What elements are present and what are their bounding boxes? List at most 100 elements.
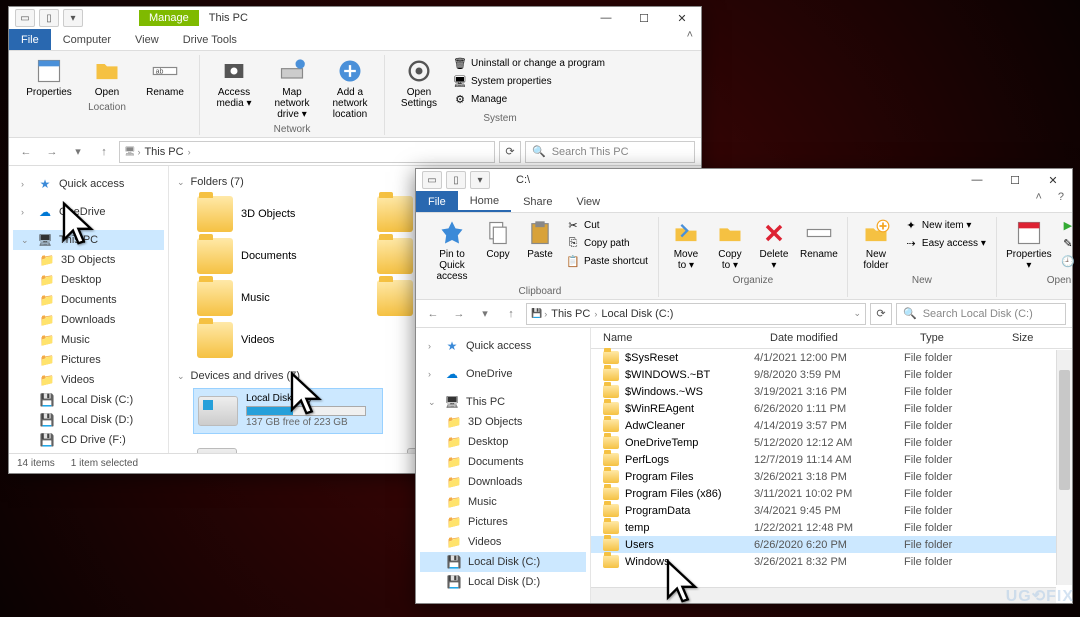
nav-item[interactable]: 📁Downloads xyxy=(420,472,586,492)
copy-to-button[interactable]: Copy to ▾ xyxy=(709,217,751,273)
open-settings-button[interactable]: Open Settings xyxy=(391,55,447,111)
folder-tile[interactable]: 3D Objects xyxy=(193,194,353,234)
manage-button[interactable]: ⚙Manage xyxy=(449,91,609,107)
refresh-button[interactable]: ⟳ xyxy=(499,141,521,163)
qat-icon[interactable]: ▭ xyxy=(15,9,35,27)
drive-tile[interactable]: DVD RW Drive xyxy=(193,444,383,453)
tab-file[interactable]: File xyxy=(9,29,51,50)
paste-shortcut-button[interactable]: 📋Paste shortcut xyxy=(562,253,652,269)
table-row[interactable]: ProgramData3/4/2021 9:45 PMFile folder xyxy=(591,502,1056,519)
column-size[interactable]: Size xyxy=(1012,332,1072,344)
nav-quick-access[interactable]: ›★Quick access xyxy=(13,174,164,194)
tab-home[interactable]: Home xyxy=(458,191,511,212)
nav-forward[interactable]: → xyxy=(448,303,470,325)
minimize-button[interactable]: — xyxy=(958,169,996,191)
nav-history-dropdown[interactable]: ▾ xyxy=(474,303,496,325)
folder-tile[interactable]: Music xyxy=(193,278,353,318)
pin-button[interactable]: Pin to Quick access xyxy=(428,217,476,284)
tab-computer[interactable]: Computer xyxy=(51,29,123,50)
tab-share[interactable]: Share xyxy=(511,191,564,212)
qat-overflow[interactable]: ▾ xyxy=(470,171,490,189)
column-headers[interactable]: Name Date modified Type Size xyxy=(591,328,1072,349)
table-row[interactable]: Users6/26/2020 6:20 PMFile folder xyxy=(591,536,1056,553)
rename-button[interactable]: Rename xyxy=(797,217,841,262)
chevron-down-icon[interactable]: ⌄ xyxy=(853,308,861,319)
access-media-button[interactable]: Access media ▾ xyxy=(206,55,262,111)
help-button[interactable]: ? xyxy=(1050,191,1072,212)
nav-item[interactable]: 📁Videos xyxy=(13,370,164,390)
table-row[interactable]: PerfLogs12/7/2019 11:14 AMFile folder xyxy=(591,451,1056,468)
column-type[interactable]: Type xyxy=(920,332,1012,344)
nav-item[interactable]: 📁Downloads xyxy=(13,310,164,330)
nav-quick-access[interactable]: ›★Quick access xyxy=(420,336,586,356)
nav-up[interactable]: ↑ xyxy=(93,141,115,163)
close-button[interactable]: ✕ xyxy=(663,7,701,29)
easy-access-button[interactable]: ⇢Easy access ▾ xyxy=(900,235,990,251)
nav-onedrive[interactable]: ›☁OneDrive xyxy=(13,202,164,222)
nav-history-dropdown[interactable]: ▾ xyxy=(67,141,89,163)
qat-overflow[interactable]: ▾ xyxy=(63,9,83,27)
tab-view[interactable]: View xyxy=(564,191,612,212)
nav-onedrive[interactable]: ›☁OneDrive xyxy=(420,364,586,384)
properties-button[interactable]: Properties ▾ xyxy=(1003,217,1055,273)
nav-item[interactable]: 💾Local Disk (D:) xyxy=(420,572,586,592)
history-button[interactable]: 🕘History xyxy=(1057,253,1080,269)
folder-tile[interactable]: Videos xyxy=(193,320,353,360)
tab-view[interactable]: View xyxy=(123,29,171,50)
nav-item[interactable]: 💾Local Disk (D:) xyxy=(13,410,164,430)
breadcrumb[interactable]: 💾 › This PC › Local Disk (C:) ⌄ xyxy=(526,303,866,325)
open-button[interactable]: Open xyxy=(79,55,135,100)
horizontal-scrollbar[interactable] xyxy=(591,587,1056,603)
vertical-scrollbar[interactable] xyxy=(1056,350,1072,585)
new-item-button[interactable]: ✦New item ▾ xyxy=(900,217,990,233)
nav-item[interactable]: 📁Documents xyxy=(420,452,586,472)
nav-item[interactable]: 📁Videos xyxy=(420,532,586,552)
new-folder-button[interactable]: New folder xyxy=(854,217,898,273)
nav-item[interactable]: 💾Local Disk (C:) xyxy=(420,552,586,572)
copy-button[interactable]: Copy xyxy=(478,217,518,262)
uninstall-button[interactable]: 🗑Uninstall or change a program xyxy=(449,55,609,71)
nav-item[interactable]: 📁Music xyxy=(420,492,586,512)
open-button[interactable]: ▶Open ▾ xyxy=(1057,217,1080,233)
table-row[interactable]: Program Files (x86)3/11/2021 10:02 PMFil… xyxy=(591,485,1056,502)
paste-button[interactable]: Paste xyxy=(520,217,560,262)
scrollbar-thumb[interactable] xyxy=(1059,370,1070,490)
edit-button[interactable]: ✎Edit xyxy=(1057,235,1080,251)
nav-item[interactable]: 📁Pictures xyxy=(13,350,164,370)
table-row[interactable]: AdwCleaner4/14/2019 3:57 PMFile folder xyxy=(591,417,1056,434)
nav-item[interactable]: 📁Documents xyxy=(13,290,164,310)
ribbon-collapse[interactable]: ˄ xyxy=(679,29,701,50)
maximize-button[interactable]: ☐ xyxy=(996,169,1034,191)
delete-button[interactable]: Delete ▾ xyxy=(753,217,795,273)
nav-forward[interactable]: → xyxy=(41,141,63,163)
folder-tile[interactable]: Documents xyxy=(193,236,353,276)
rename-button[interactable]: abRename xyxy=(137,55,193,100)
nav-this-pc[interactable]: ⌄🖥This PC xyxy=(420,392,586,412)
table-row[interactable]: $WinREAgent6/26/2020 1:11 PMFile folder xyxy=(591,400,1056,417)
nav-back[interactable]: ← xyxy=(422,303,444,325)
search-input[interactable]: 🔍 Search This PC xyxy=(525,141,695,163)
system-properties-button[interactable]: 🖥System properties xyxy=(449,73,609,89)
properties-button[interactable]: Properties xyxy=(21,55,77,100)
nav-this-pc[interactable]: ⌄🖥This PC xyxy=(13,230,164,250)
ribbon-collapse[interactable]: ˄ xyxy=(1027,191,1049,212)
map-drive-button[interactable]: Map network drive ▾ xyxy=(264,55,320,122)
column-name[interactable]: Name xyxy=(591,332,770,344)
table-row[interactable]: temp1/22/2021 12:48 PMFile folder xyxy=(591,519,1056,536)
close-button[interactable]: ✕ xyxy=(1034,169,1072,191)
nav-back[interactable]: ← xyxy=(15,141,37,163)
nav-up[interactable]: ↑ xyxy=(500,303,522,325)
minimize-button[interactable]: — xyxy=(587,7,625,29)
nav-item[interactable]: 📁Desktop xyxy=(420,432,586,452)
search-input[interactable]: 🔍 Search Local Disk (C:) xyxy=(896,303,1066,325)
nav-item[interactable]: 📁3D Objects xyxy=(13,250,164,270)
contextual-tab-manage[interactable]: Manage xyxy=(139,10,199,26)
table-row[interactable]: OneDriveTemp5/12/2020 12:12 AMFile folde… xyxy=(591,434,1056,451)
nav-item[interactable]: 💾Local Disk (C:) xyxy=(13,390,164,410)
table-row[interactable]: $Windows.~WS3/19/2021 3:16 PMFile folder xyxy=(591,383,1056,400)
table-row[interactable]: Program Files3/26/2021 3:18 PMFile folde… xyxy=(591,468,1056,485)
nav-item[interactable]: 💾CD Drive (F:) xyxy=(13,430,164,450)
maximize-button[interactable]: ☐ xyxy=(625,7,663,29)
nav-item[interactable]: 📁Pictures xyxy=(420,512,586,532)
tab-file[interactable]: File xyxy=(416,191,458,212)
